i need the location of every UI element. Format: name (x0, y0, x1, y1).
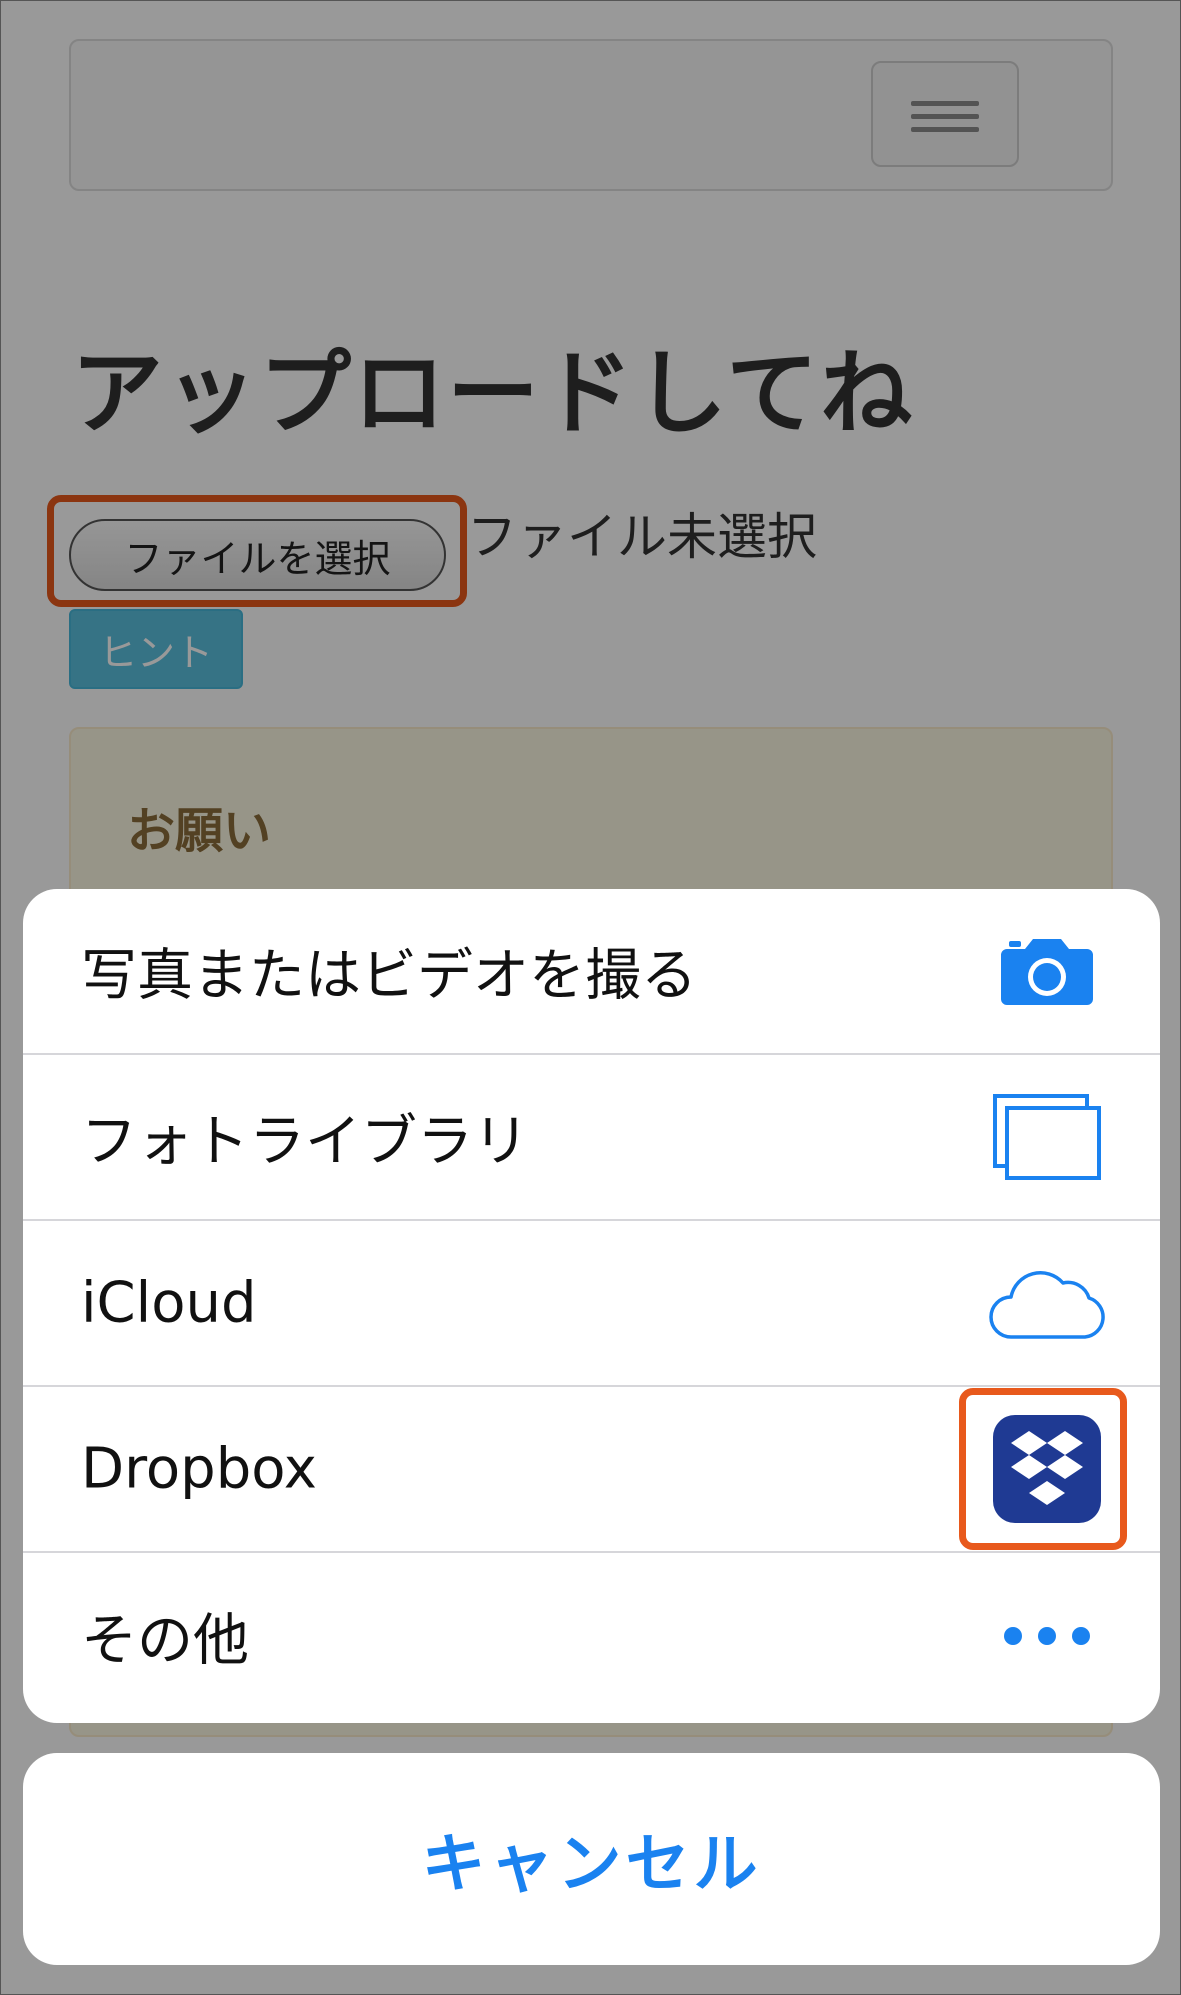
action-sheet: 写真またはビデオを撮る フォトライブラリ iCloud Dropbox その他 (23, 889, 1160, 1723)
action-more[interactable]: その他 (23, 1553, 1160, 1719)
photo-library-icon (982, 1082, 1112, 1192)
action-icloud[interactable]: iCloud (23, 1221, 1160, 1387)
action-label: その他 (81, 1608, 249, 1674)
action-label: 写真またはビデオを撮る (81, 943, 697, 1009)
camera-icon (982, 916, 1112, 1026)
action-label: iCloud (81, 1270, 257, 1336)
icloud-icon (982, 1248, 1112, 1358)
highlight-dropbox-icon (959, 1388, 1127, 1550)
cancel-button[interactable]: キャンセル (23, 1753, 1160, 1965)
action-label: フォトライブラリ (81, 1109, 529, 1175)
action-take-photo-video[interactable]: 写真またはビデオを撮る (23, 889, 1160, 1055)
action-photo-library[interactable]: フォトライブラリ (23, 1055, 1160, 1221)
action-label: Dropbox (81, 1436, 317, 1502)
more-icon (982, 1581, 1112, 1691)
screen: アップロードしてね ファイルを選択 ファイル未選択 ヒント お願い 写真またはビ… (0, 0, 1181, 1995)
cancel-label: キャンセル (421, 1828, 762, 1902)
